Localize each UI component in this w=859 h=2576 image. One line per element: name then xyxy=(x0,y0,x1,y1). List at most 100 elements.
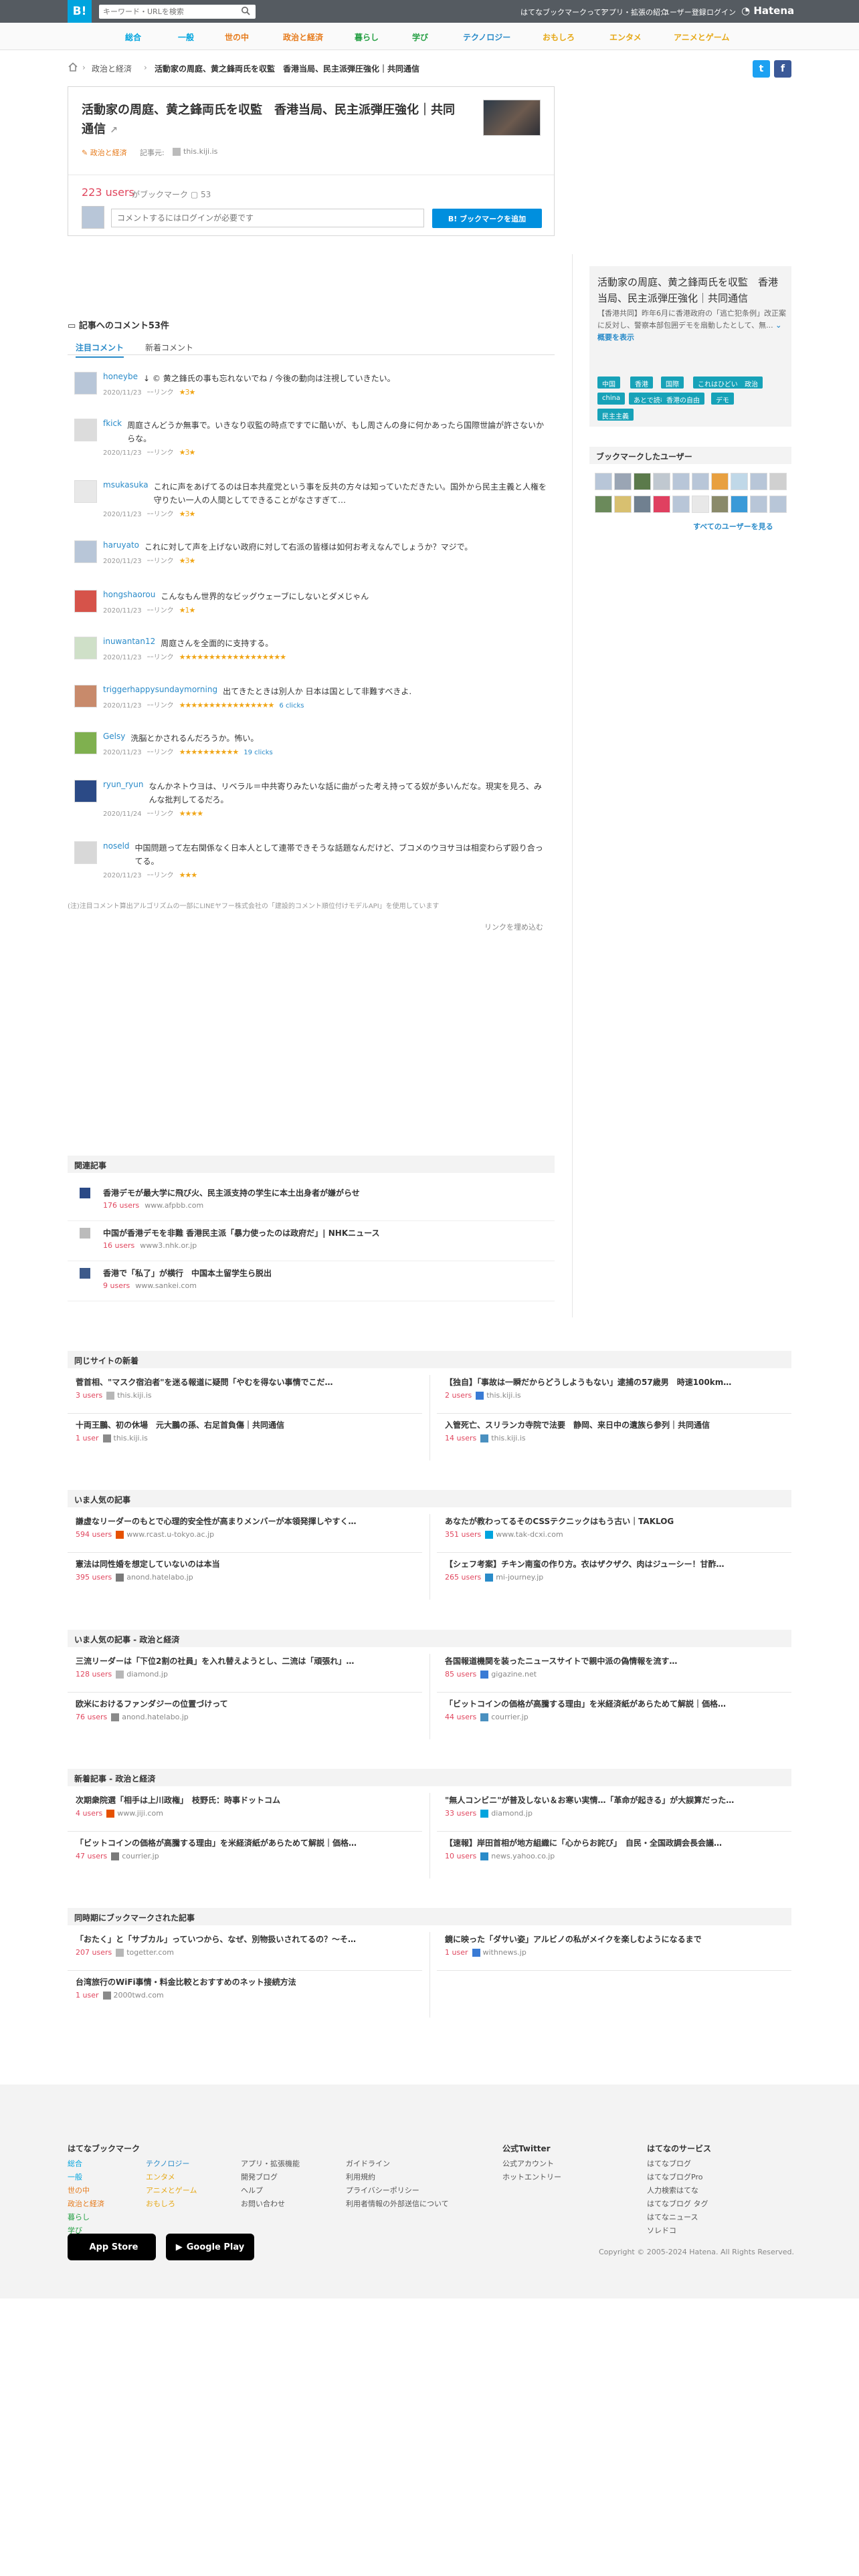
category-6[interactable]: 学び xyxy=(412,31,428,43)
comment-link[interactable]: ｰｰリンク xyxy=(147,811,174,818)
article-users[interactable]: 395 users xyxy=(76,1573,112,1582)
footer-link[interactable]: はてなブログ タグ xyxy=(647,2198,708,2209)
comment-username[interactable]: ryun_ryun xyxy=(103,780,144,789)
bookmark-users-count[interactable]: 223 users xyxy=(82,186,134,199)
comment-link[interactable]: ｰｰリンク xyxy=(147,749,174,756)
article-item[interactable]: 三流リーダーは「下位2割の社員」を入れ替えようとし、二流は「頑張れ」… 128 u… xyxy=(68,1650,422,1693)
related-item[interactable]: 中国が香港デモを非難 香港民主派「暴力使ったのは政府だ」| NHKニュース 16 … xyxy=(68,1221,555,1261)
embed-links-link[interactable]: リンクを埋め込む xyxy=(484,922,543,932)
comment-date[interactable]: 2020/11/23 xyxy=(103,511,142,518)
apps-link[interactable]: アプリ・拡張の紹介 xyxy=(601,7,668,17)
star-rating[interactable]: ★★★★ xyxy=(179,809,203,818)
avatar[interactable] xyxy=(74,732,97,754)
footer-link[interactable]: 開発ブログ xyxy=(241,2171,278,2182)
avatar[interactable] xyxy=(74,637,97,659)
footer-category-link[interactable]: エンタメ xyxy=(146,2171,175,2182)
home-icon[interactable] xyxy=(68,62,78,72)
comment-link[interactable]: ｰｰリンク xyxy=(147,511,174,518)
comment-date[interactable]: 2020/11/24 xyxy=(103,811,142,818)
google-play-badge[interactable]: ▶ Google Play xyxy=(166,2234,254,2260)
comment-input[interactable] xyxy=(111,209,424,227)
tab-popular-comments[interactable]: 注目コメント xyxy=(76,342,124,358)
related-title[interactable]: 香港で「私了」が横行 中国本土留学生ら脱出 xyxy=(103,1267,272,1279)
avatar[interactable] xyxy=(74,780,97,802)
article-users[interactable]: 14 users xyxy=(445,1434,476,1442)
footer-link[interactable]: 人力検索はてな xyxy=(647,2185,698,2195)
tag-8[interactable]: 香港の自由 xyxy=(662,393,704,405)
hatena-logo[interactable]: ◔ Hatena xyxy=(741,5,794,17)
comment-date[interactable]: 2020/11/23 xyxy=(103,558,142,565)
article-item[interactable]: 「ビットコインの価格が高騰する理由」を米経済紙があらためて解説｜価格… 44 us… xyxy=(437,1693,791,1735)
comment-date[interactable]: 2020/11/23 xyxy=(103,702,142,710)
star-rating[interactable]: ★★★★★★★★★★★★★★★★ xyxy=(179,701,275,710)
comment-link[interactable]: ｰｰリンク xyxy=(147,702,174,710)
category-1[interactable]: 総合 xyxy=(125,31,141,43)
avatar[interactable] xyxy=(653,496,670,513)
footer-category-link[interactable]: 政治と経済 xyxy=(68,2198,104,2209)
comment-date[interactable]: 2020/11/23 xyxy=(103,389,142,397)
article-item[interactable]: 入管死亡、スリランカ寺院で法要 静岡、来日中の遺族ら参列｜共同通信 14 user… xyxy=(437,1414,791,1457)
footer-category-link[interactable]: 総合 xyxy=(68,2158,82,2169)
twitter-share-icon[interactable]: t xyxy=(753,60,770,78)
avatar[interactable] xyxy=(731,496,748,513)
star-rating[interactable]: ★3★ xyxy=(179,448,196,457)
article-title[interactable]: 入管死亡、スリランカ寺院で法要 静岡、来日中の遺族ら参列｜共同通信 xyxy=(445,1419,786,1430)
footer-category-link[interactable]: 一般 xyxy=(68,2171,82,2182)
click-count[interactable]: 6 clicks xyxy=(279,702,304,710)
article-users[interactable]: 10 users xyxy=(445,1852,476,1860)
article-title[interactable]: 欧米におけるファンダジーの位置づけって xyxy=(76,1698,417,1709)
tag-1[interactable]: 中国 xyxy=(597,377,620,389)
avatar[interactable] xyxy=(614,496,632,513)
sidebar-title[interactable]: 活動家の周庭、黄之鋒両氏を収監 香港当局、民主派弾圧強化｜共同通信 xyxy=(597,274,785,306)
facebook-share-icon[interactable]: f xyxy=(774,60,791,78)
footer-category-link[interactable]: テクノロジー xyxy=(146,2158,189,2169)
article-users[interactable]: 351 users xyxy=(445,1530,481,1539)
article-item[interactable]: 鏡に映った「ダサい姿」アルビノの私がメイクを楽しむようになるまで 1 user wi… xyxy=(437,1928,791,1971)
article-users[interactable]: 594 users xyxy=(76,1530,112,1539)
article-title[interactable]: 【独自】「事故は一瞬だからどうしようもない」逮捕の57歳男 時速100km… xyxy=(445,1376,786,1388)
avatar[interactable] xyxy=(74,540,97,563)
comment-username[interactable]: hongshaorou xyxy=(103,590,155,599)
article-users[interactable]: 76 users xyxy=(76,1713,107,1721)
avatar[interactable] xyxy=(653,473,670,490)
category-8[interactable]: おもしろ xyxy=(543,31,575,43)
article-title[interactable]: 十両王鵬、初の休場 元大鵬の孫、右足首負傷｜共同通信 xyxy=(76,1419,417,1430)
star-rating[interactable]: ★3★ xyxy=(179,510,196,518)
article-users[interactable]: 207 users xyxy=(76,1948,112,1957)
footer-link[interactable]: はてなブログPro xyxy=(647,2171,702,2182)
related-title[interactable]: 中国が香港デモを非難 香港民主派「暴力使ったのは政府だ」| NHKニュース xyxy=(103,1227,380,1239)
comment-link[interactable]: ｰｰリンク xyxy=(147,558,174,565)
footer-category-link[interactable]: アニメとゲーム xyxy=(146,2185,197,2195)
entry-thumbnail[interactable] xyxy=(483,100,541,136)
related-item[interactable]: 香港デモが最大学に飛び火、民主派支持の学生に本土出身者が嫌がらせ 176 user… xyxy=(68,1181,555,1221)
avatar[interactable] xyxy=(595,473,612,490)
external-link-icon[interactable]: ↗ xyxy=(110,125,118,136)
avatar[interactable] xyxy=(672,473,690,490)
article-item[interactable]: 【シェフ考案】チキン南蛮の作り方。衣はザクザク、肉はジューシー！甘酢… 265 u… xyxy=(437,1553,791,1596)
article-users[interactable]: 1 user xyxy=(445,1948,468,1957)
avatar[interactable] xyxy=(769,496,787,513)
star-rating[interactable]: ★★★★★★★★★★ xyxy=(179,748,240,756)
category-3[interactable]: 世の中 xyxy=(225,31,249,43)
breadcrumb-category[interactable]: 政治と経済 xyxy=(92,63,132,74)
tag-3[interactable]: 国際 xyxy=(661,377,684,389)
article-item[interactable]: 憲法は同性婚を想定していないのは本当 395 users anond.hatelab… xyxy=(68,1553,422,1596)
category-10[interactable]: アニメとゲーム xyxy=(674,31,729,43)
article-users[interactable]: 1 user xyxy=(76,1434,99,1442)
article-users[interactable]: 4 users xyxy=(76,1809,102,1818)
click-count[interactable]: 19 clicks xyxy=(244,749,272,756)
star-rating[interactable]: ★3★ xyxy=(179,388,196,397)
hatena-bookmark-logo[interactable]: B! xyxy=(68,0,92,23)
footer-link[interactable]: ホットエントリー xyxy=(502,2171,561,2182)
article-title[interactable]: 「ビットコインの価格が高騰する理由」を米経済紙があらためて解説｜価格… xyxy=(76,1837,417,1848)
all-users-link[interactable]: すべてのユーザーを見る xyxy=(693,521,773,532)
article-users[interactable]: 265 users xyxy=(445,1573,481,1582)
comment-link[interactable]: ｰｰリンク xyxy=(147,389,174,397)
article-users[interactable]: 85 users xyxy=(445,1670,476,1679)
article-title[interactable]: 【速報】岸田首相が地方組織に「心からお詫び」 自民・全国政調会長会議… xyxy=(445,1837,786,1848)
comment-username[interactable]: fkick xyxy=(103,419,122,428)
comment-username[interactable]: inuwantan12 xyxy=(103,637,155,646)
footer-category-link[interactable]: おもしろ xyxy=(146,2198,175,2209)
tag-9[interactable]: デモ xyxy=(711,393,734,405)
avatar[interactable] xyxy=(750,473,767,490)
